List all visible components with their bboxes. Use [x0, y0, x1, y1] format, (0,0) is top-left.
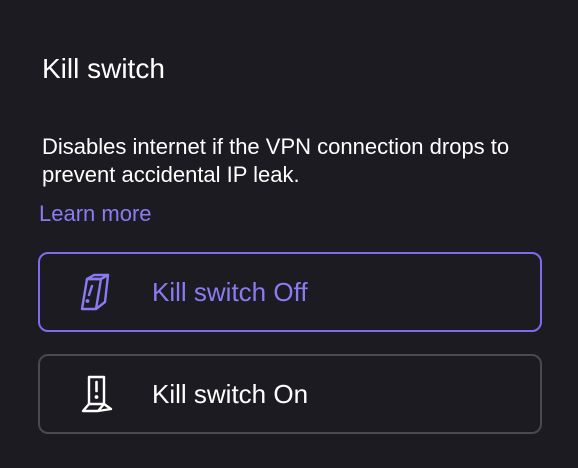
- learn-more-link[interactable]: Learn more: [39, 200, 152, 228]
- kill-switch-panel: Kill switch Disables internet if the VPN…: [0, 0, 578, 468]
- kill-switch-title: Kill switch: [42, 53, 165, 84]
- switch-off-icon: [76, 269, 122, 315]
- kill-switch-off-label: Kill switch Off: [152, 277, 308, 307]
- switch-on-icon: [76, 371, 122, 417]
- kill-switch-description: Disables internet if the VPN connection …: [42, 134, 510, 187]
- kill-switch-on-label: Kill switch On: [152, 379, 309, 409]
- kill-switch-on-option[interactable]: Kill switch On: [38, 354, 542, 434]
- kill-switch-off-option[interactable]: Kill switch Off: [38, 252, 542, 332]
